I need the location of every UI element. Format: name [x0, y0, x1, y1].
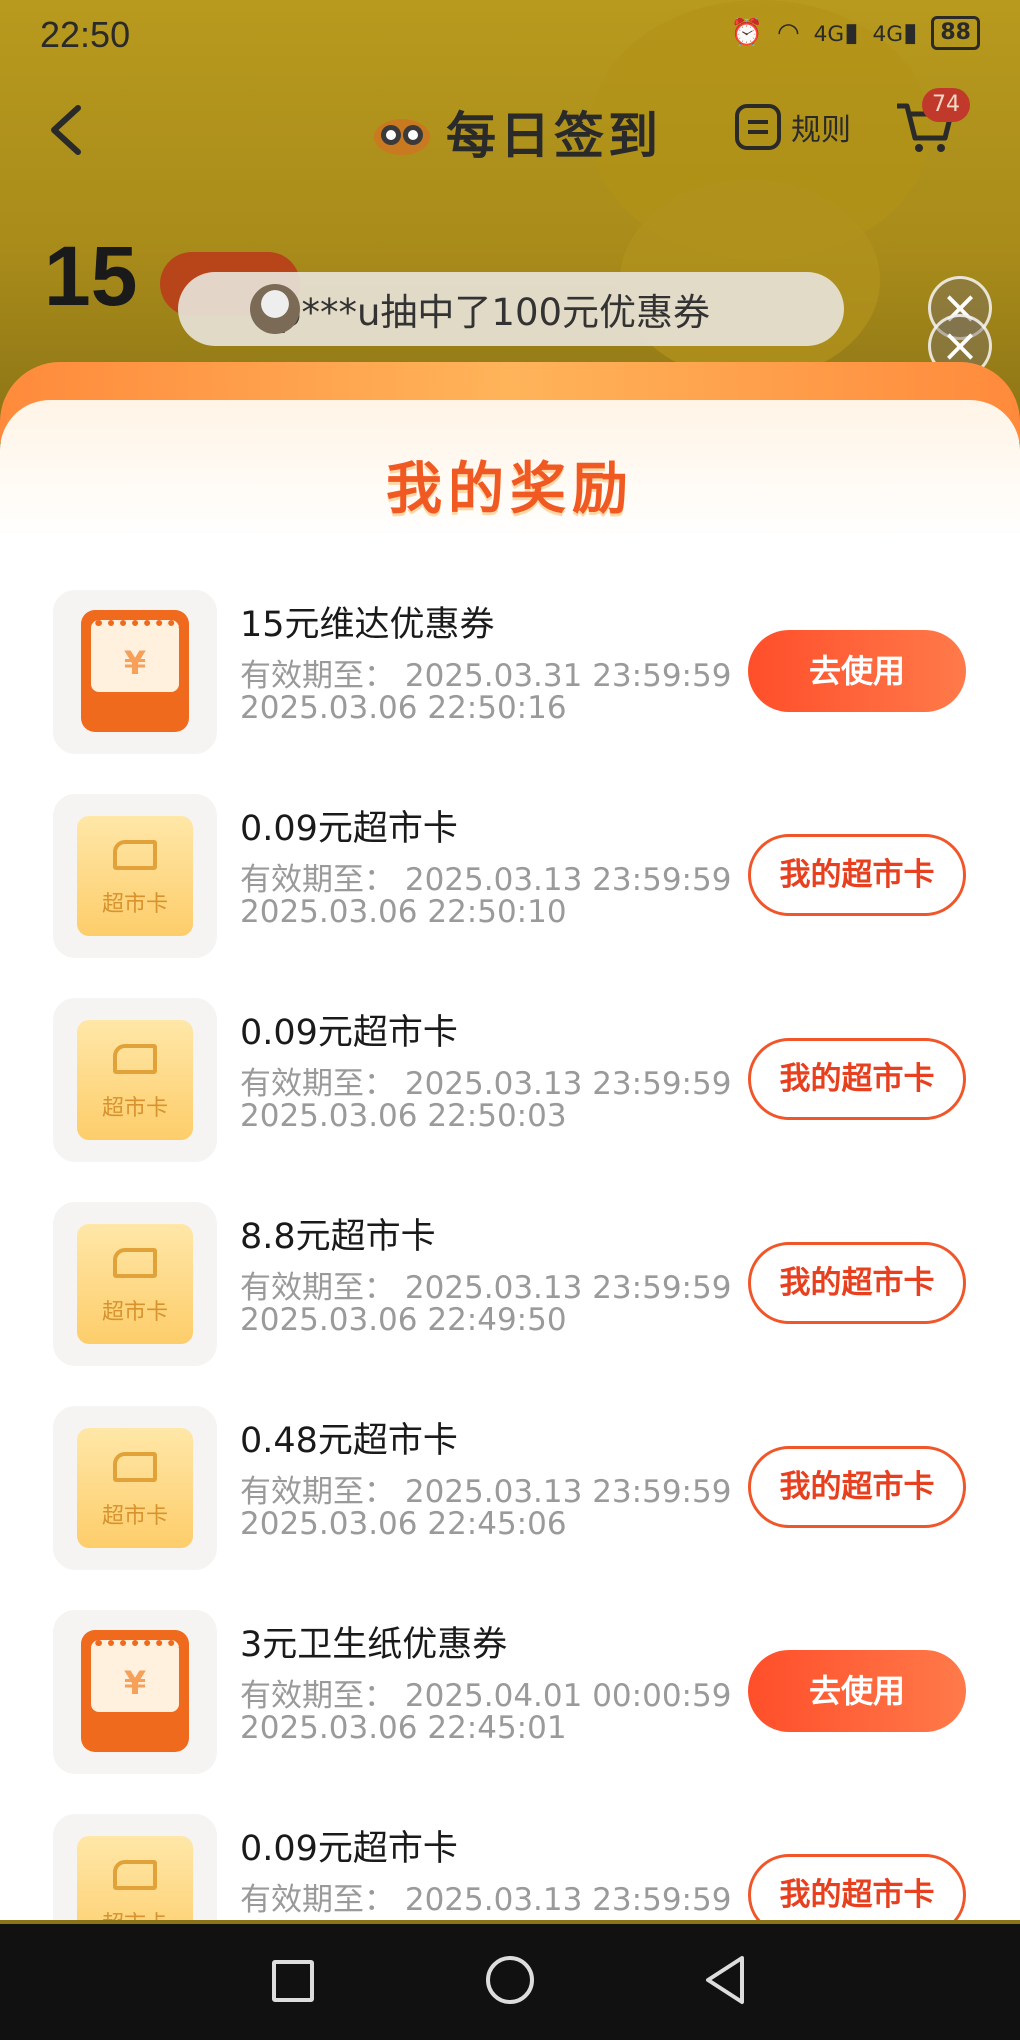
item-name: 8.8元超市卡 — [240, 1217, 436, 1257]
item-expiry: 有效期至： 2025.03.13 23:59:59 — [240, 1882, 732, 1918]
item-expiry: 有效期至： 2025.03.13 23:59:59 — [240, 1270, 732, 1306]
my-card-button[interactable]: 我的超市卡 — [748, 1446, 966, 1528]
use-button[interactable]: 去使用 — [748, 1650, 966, 1732]
item-expiry: 有效期至： 2025.03.13 23:59:59 — [240, 862, 732, 898]
cart-badge: 74 — [922, 88, 970, 122]
item-thumb: 超市卡 — [53, 998, 217, 1162]
recents-icon[interactable] — [272, 1960, 314, 2002]
rewards-list[interactable]: ¥ 15元维达优惠券 有效期至： 2025.03.31 23:59:59 202… — [0, 590, 1020, 1920]
supermarket-card-icon: 超市卡 — [77, 1224, 193, 1344]
item-name: 0.09元超市卡 — [240, 1829, 458, 1869]
background-page: 22:50 ⏰ ◠ 4G▮ 4G▮ 88 每日签到 规则 74 15 — [0, 0, 1020, 420]
item-expiry: 有效期至： 2025.03.31 23:59:59 — [240, 658, 732, 694]
use-button[interactable]: 去使用 — [748, 630, 966, 712]
item-thumb: 超市卡 — [53, 1406, 217, 1570]
owl-logo-icon — [374, 119, 430, 155]
item-time: 2025.03.06 22:49:50 — [240, 1302, 567, 1338]
supermarket-card-icon: 超市卡 — [77, 1428, 193, 1548]
my-card-button[interactable]: 我的超市卡 — [748, 1242, 966, 1324]
item-name: 0.48元超市卡 — [240, 1421, 458, 1461]
supermarket-card-icon: 超市卡 — [77, 1020, 193, 1140]
item-name: 15元维达优惠券 — [240, 605, 495, 645]
item-thumb: ¥ — [53, 590, 217, 754]
item-expiry: 有效期至： 2025.04.01 00:00:59 — [240, 1678, 732, 1714]
supermarket-card-icon: 超市卡 — [77, 816, 193, 936]
list-item: ¥ 15元维达优惠券 有效期至： 2025.03.31 23:59:59 202… — [0, 590, 1020, 794]
item-expiry: 有效期至： 2025.03.13 23:59:59 — [240, 1474, 732, 1510]
item-name: 3元卫生纸优惠券 — [240, 1625, 508, 1665]
item-time: 2025.03.06 22:50:03 — [240, 1098, 567, 1134]
status-bar: 22:50 ⏰ ◠ 4G▮ 4G▮ 88 — [0, 0, 1020, 70]
status-icons: ⏰ ◠ 4G▮ 4G▮ 88 — [731, 16, 980, 50]
my-card-button[interactable]: 我的超市卡 — [748, 834, 966, 916]
rules-icon — [735, 104, 781, 150]
wifi-icon: ◠ — [776, 18, 800, 48]
item-expiry: 有效期至： 2025.03.13 23:59:59 — [240, 1066, 732, 1102]
item-time: 2025.03.06 22:50:10 — [240, 894, 567, 930]
points-value: 15 — [44, 229, 138, 323]
item-thumb: 超市卡 — [53, 1202, 217, 1366]
item-time: 2025.03.06 22:45:01 — [240, 1710, 567, 1746]
item-time: 2025.03.06 22:45:06 — [240, 1506, 567, 1542]
alarm-icon: ⏰ — [730, 18, 763, 48]
item-name: 0.09元超市卡 — [240, 809, 458, 849]
item-time: 2025.03.06 22:50:16 — [240, 690, 567, 726]
rules-button[interactable]: 规则 — [735, 104, 851, 150]
list-item: 超市卡 0.09元超市卡 有效期至： 2025.03.13 23:59:59 我… — [0, 1814, 1020, 1920]
winner-toast: p***u抽中了100元优惠券 — [178, 272, 844, 346]
coupon-icon: ¥ — [81, 610, 189, 732]
system-nav-bar — [0, 1924, 1020, 2040]
title-wrap: 每日签到 — [370, 96, 662, 168]
my-card-button[interactable]: 我的超市卡 — [748, 1038, 966, 1120]
page-title: 每日签到 — [446, 107, 662, 165]
status-time: 22:50 — [40, 14, 131, 55]
item-thumb: ¥ — [53, 1610, 217, 1774]
list-item: ¥ 3元卫生纸优惠券 有效期至： 2025.04.01 00:00:59 202… — [0, 1610, 1020, 1814]
list-item: 超市卡 0.48元超市卡 有效期至： 2025.03.13 23:59:59 2… — [0, 1406, 1020, 1610]
signal-icon-2: 4G▮ — [872, 18, 918, 48]
list-item: 超市卡 0.09元超市卡 有效期至： 2025.03.13 23:59:59 2… — [0, 998, 1020, 1202]
rules-label: 规则 — [791, 113, 851, 148]
supermarket-card-icon: 超市卡 — [77, 1836, 193, 1920]
battery-icon: 88 — [931, 16, 980, 50]
toast-text: p***u抽中了100元优惠券 — [278, 291, 711, 334]
my-card-button[interactable]: 我的超市卡 — [748, 1854, 966, 1920]
signal-icon-1: 4G▮ — [813, 18, 859, 48]
back-nav-icon[interactable] — [702, 1954, 748, 2006]
home-icon[interactable] — [486, 1956, 534, 2004]
item-thumb: 超市卡 — [53, 794, 217, 958]
list-item: 超市卡 8.8元超市卡 有效期至： 2025.03.13 23:59:59 20… — [0, 1202, 1020, 1406]
list-item: 超市卡 0.09元超市卡 有效期至： 2025.03.13 23:59:59 2… — [0, 794, 1020, 998]
item-thumb: 超市卡 — [53, 1814, 217, 1920]
panel-title: 我的奖励 — [386, 457, 634, 522]
item-name: 0.09元超市卡 — [240, 1013, 458, 1053]
rewards-panel: 我的奖励 ¥ 15元维达优惠券 有效期至： 2025.03.31 23:59:5… — [0, 400, 1020, 1920]
coupon-icon: ¥ — [81, 1630, 189, 1752]
avatar — [250, 284, 300, 334]
header: 每日签到 规则 74 — [0, 80, 1020, 180]
back-icon[interactable] — [44, 102, 90, 158]
